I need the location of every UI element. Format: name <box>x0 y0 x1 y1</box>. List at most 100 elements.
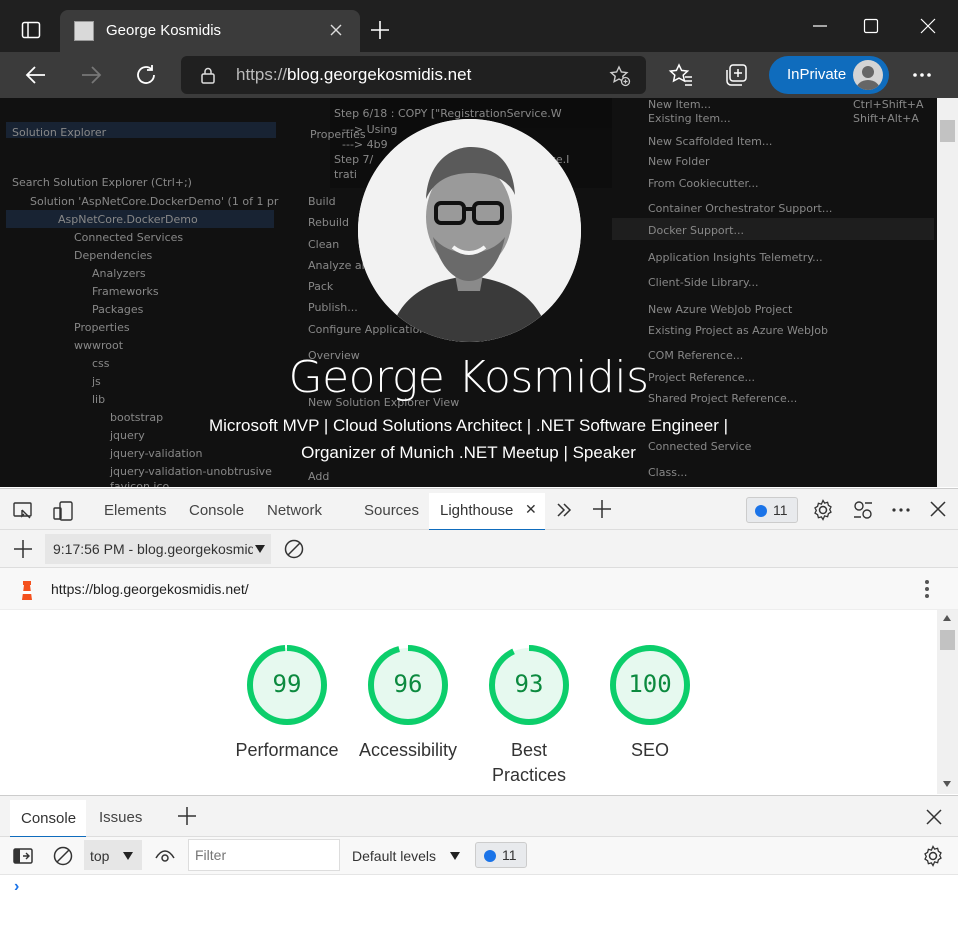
scroll-down-icon[interactable] <box>942 780 952 788</box>
tab-sources[interactable]: Sources <box>364 502 419 519</box>
device-emulation-icon[interactable] <box>52 500 74 522</box>
show-sidebar-icon[interactable] <box>12 845 34 867</box>
score-gauge-accessibility[interactable]: 96 <box>367 644 449 726</box>
issue-message-icon <box>484 850 496 862</box>
tab-elements[interactable]: Elements <box>104 502 167 519</box>
inspect-element-icon[interactable] <box>12 500 34 522</box>
background-text: Container Orchestrator Support... <box>648 202 833 215</box>
gear-icon[interactable] <box>812 499 834 521</box>
report-selector[interactable]: 9:17:56 PM - blog.georgekosmidis.net <box>45 534 271 564</box>
clear-console-icon[interactable] <box>52 845 74 867</box>
background-text: favicon.ico <box>110 480 170 487</box>
url-text[interactable]: https://blog.georgekosmidis.net <box>236 65 471 85</box>
page-scrollbar-thumb[interactable] <box>940 120 955 142</box>
add-tool-icon[interactable] <box>591 498 613 520</box>
refresh-icon[interactable] <box>133 62 159 88</box>
background-text: Existing Project as Azure WebJob <box>648 324 828 337</box>
close-tab-icon[interactable] <box>328 22 344 38</box>
profile-avatar-icon <box>853 60 883 90</box>
add-favorite-icon[interactable] <box>609 65 631 87</box>
console-settings-gear-icon[interactable] <box>922 845 944 867</box>
tab-console[interactable]: Console <box>189 502 244 519</box>
new-tab-icon[interactable] <box>368 18 392 42</box>
inprivate-label: InPrivate <box>787 66 847 83</box>
score-gauge-seo[interactable]: 100 <box>609 644 691 726</box>
favorites-icon[interactable] <box>668 62 694 88</box>
back-icon[interactable] <box>23 62 49 88</box>
score-label-seo: SEO <box>630 740 669 760</box>
devtools-more-icon[interactable] <box>890 499 912 521</box>
score-label-line: Practices <box>491 765 567 785</box>
chevron-down-icon <box>254 544 266 554</box>
background-text: New Folder <box>648 155 710 168</box>
more-tabs-icon[interactable] <box>554 500 574 520</box>
browser-tab[interactable]: George Kosmidis <box>60 10 360 52</box>
background-text: Analyzers <box>92 267 146 280</box>
lighthouse-toolbar: 9:17:56 PM - blog.georgekosmidis.net <box>0 530 958 568</box>
inprivate-button[interactable]: InPrivate <box>769 56 889 94</box>
close-window-icon[interactable] <box>916 14 940 38</box>
background-text: Build <box>308 195 336 208</box>
console-filter-input[interactable] <box>188 839 340 871</box>
lighthouse-report: 99 Performance 96 Accessibility 93 Best Practi… <box>0 610 937 794</box>
drawer-tab-console[interactable]: Console <box>10 800 86 838</box>
profile-photo <box>358 119 581 342</box>
page-scrollbar[interactable] <box>937 98 958 487</box>
site-favicon <box>74 21 94 41</box>
score-value: 93 <box>514 670 544 698</box>
issues-badge[interactable]: 11 <box>746 497 798 523</box>
collections-icon[interactable] <box>723 62 749 88</box>
background-text: wwwroot <box>74 339 124 352</box>
tab-actions-icon[interactable] <box>21 20 41 40</box>
close-drawer-icon[interactable] <box>924 807 944 827</box>
report-scrollbar-thumb[interactable] <box>940 630 955 650</box>
maximize-icon[interactable] <box>859 14 883 38</box>
log-levels-label: Default levels <box>352 848 437 864</box>
close-devtools-icon[interactable] <box>928 499 948 519</box>
score-gauge-best-practices[interactable]: 93 <box>488 644 570 726</box>
customize-devtools-icon[interactable] <box>852 499 874 521</box>
tab-lighthouse[interactable]: Lighthouse ✕ <box>429 493 545 531</box>
background-text: Solution Explorer <box>12 126 107 139</box>
background-text: Client-Side Library... <box>648 276 759 289</box>
close-lighthouse-tab-icon[interactable]: ✕ <box>525 501 537 518</box>
background-text: Dependencies <box>74 249 153 262</box>
report-url[interactable]: https://blog.georgekosmidis.net/ <box>51 581 249 597</box>
report-menu-icon[interactable] <box>918 578 936 600</box>
context-selector[interactable]: top <box>84 840 142 870</box>
settings-more-icon[interactable] <box>909 62 935 88</box>
console-issues-badge[interactable]: 11 <box>475 842 527 868</box>
report-url-row: https://blog.georgekosmidis.net/ <box>0 568 958 610</box>
background-text: Clean <box>308 238 340 251</box>
drawer-tab-console-label: Console <box>21 810 77 827</box>
background-text: AspNetCore.DockerDemo <box>58 213 198 226</box>
add-drawer-tool-icon[interactable] <box>176 805 198 827</box>
console-output[interactable]: › <box>0 875 958 929</box>
tab-title: George Kosmidis <box>106 22 222 39</box>
address-bar[interactable]: https://blog.georgekosmidis.net <box>181 56 646 94</box>
score-label-performance: Performance <box>235 740 339 760</box>
forward-icon[interactable] <box>78 62 104 88</box>
background-text: Solution 'AspNetCore.DockerDemo' (1 of 1… <box>30 195 279 208</box>
drawer-tab-bar: Console Issues <box>0 795 958 838</box>
tab-network[interactable]: Network <box>267 502 322 519</box>
url-scheme: https:// <box>236 65 288 84</box>
score-gauge-performance[interactable]: 99 <box>246 644 328 726</box>
drawer-tab-issues[interactable]: Issues <box>99 809 142 826</box>
background-text: Search Solution Explorer (Ctrl+;) <box>12 176 192 189</box>
context-value: top <box>90 848 110 864</box>
lock-icon[interactable] <box>199 66 217 84</box>
background-text: Frameworks <box>92 285 159 298</box>
report-scrollbar[interactable] <box>937 610 958 794</box>
console-issues-count: 11 <box>502 847 517 863</box>
background-text: Class... <box>648 466 688 479</box>
minimize-icon[interactable] <box>808 14 832 38</box>
background-text: Properties <box>310 128 366 141</box>
clear-reports-icon[interactable] <box>283 538 305 560</box>
scroll-up-icon[interactable] <box>942 614 952 622</box>
background-text: Ctrl+Shift+A <box>853 98 924 111</box>
new-report-icon[interactable] <box>12 538 34 560</box>
score-value: 96 <box>393 670 423 698</box>
live-expression-eye-icon[interactable] <box>154 845 176 867</box>
score-label-accessibility: Accessibility <box>358 740 458 760</box>
